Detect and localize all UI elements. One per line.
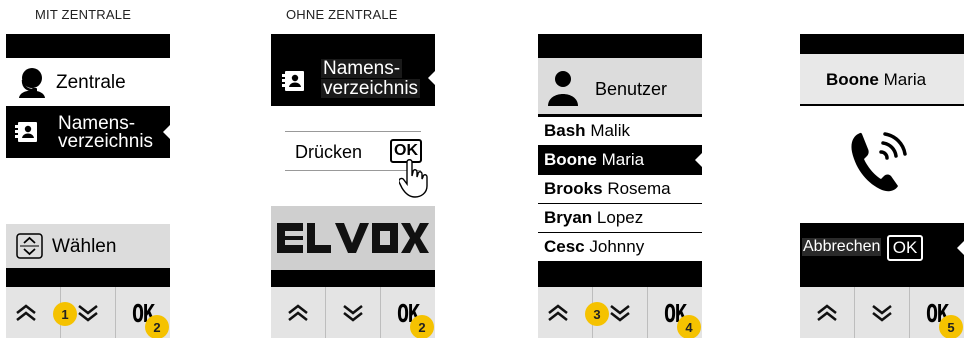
double-chevron-up-icon [287,303,309,322]
double-chevron-up-icon [15,303,37,322]
up-down-select-icon [16,233,43,264]
user-row[interactable]: Bash Malik [538,117,702,145]
double-chevron-down-icon [609,304,631,322]
user-list-header-label: Benutzer [595,79,668,99]
up-button[interactable] [271,287,326,338]
directory-title-line1: Namens- [321,58,403,79]
step-badge-2: 2 [410,315,434,338]
user-list-header: Benutzer [538,58,702,114]
screen: Benutzer Bash Malik Boone Maria Brooks R… [538,34,702,287]
caption-without-central: OHNE ZENTRALE [286,7,398,22]
cancel-bar: Abbrechen OK [800,226,964,270]
selection-arrow-icon [695,153,702,167]
elvox-logo-graphic [277,223,429,253]
menu-item-central-label: Zentrale [56,72,126,93]
user-row[interactable]: Brooks Rosema [538,175,702,203]
menu-item-directory-line2: verzeichnis [58,131,154,152]
operator-icon [16,66,48,103]
selection-arrow-icon [163,125,170,139]
step-badge-3: 3 [585,302,609,326]
phone-ringing-icon [848,128,908,199]
step-badge-5: 5 [939,315,963,338]
screen: Namens- verzeichnis Drücken OK [271,34,435,287]
cancel-ok-box[interactable]: OK [887,235,923,261]
device-without-central: Namens- verzeichnis Drücken OK OK 2 [271,34,435,338]
directory-title: Namens- verzeichnis [271,54,435,104]
screen: Zentrale Namens- verzeichnis Wählen [6,34,170,287]
press-ok-panel: Drücken OK [271,106,435,206]
device-with-central: Zentrale Namens- verzeichnis Wählen OK 1… [6,34,170,338]
double-chevron-down-icon [77,304,99,322]
double-chevron-down-icon [342,304,364,322]
step-badge-4: 4 [677,315,701,338]
elvox-logo [277,221,429,255]
menu-item-central[interactable]: Zentrale [6,58,170,106]
step-badge-1: 1 [53,302,77,326]
selection-arrow-icon [428,71,435,85]
divider-top [285,131,421,132]
menu-item-directory[interactable]: Namens- verzeichnis [6,108,170,156]
call-name: Boone Maria [826,70,927,89]
call-status-panel [800,106,964,223]
double-chevron-up-icon [547,303,569,322]
step-badge-2: 2 [145,315,169,338]
screen: Boone Maria Abbrechen OK [800,34,964,287]
pointing-hand-icon [398,158,435,203]
directory-title-line2: verzeichnis [321,78,421,99]
address-book-icon [282,70,306,97]
elvox-logo-panel [271,206,435,270]
address-book-icon [15,121,39,148]
double-chevron-up-icon [816,303,838,322]
select-hint-bar: Wählen [6,224,170,268]
cancel-label: Abbrechen [802,238,882,256]
user-row-selected[interactable]: Boone Maria [538,146,702,174]
caption-with-central: MIT ZENTRALE [35,7,132,22]
menu-empty-area [6,158,170,224]
double-chevron-down-icon [871,304,893,322]
down-button[interactable] [326,287,381,338]
user-row[interactable]: Cesc Johnny [538,233,702,261]
user-icon [546,70,580,111]
device-user-list: Benutzer Bash Malik Boone Maria Brooks R… [538,34,702,338]
selection-arrow-icon [957,241,964,255]
user-row[interactable]: Bryan Lopez [538,204,702,232]
select-hint-label: Wählen [52,236,117,257]
press-label: Drücken [295,142,363,162]
device-calling: Boone Maria Abbrechen OK OK 5 [800,34,964,338]
up-button[interactable] [800,287,855,338]
call-name-bar: Boone Maria [800,54,964,104]
down-button[interactable] [855,287,910,338]
